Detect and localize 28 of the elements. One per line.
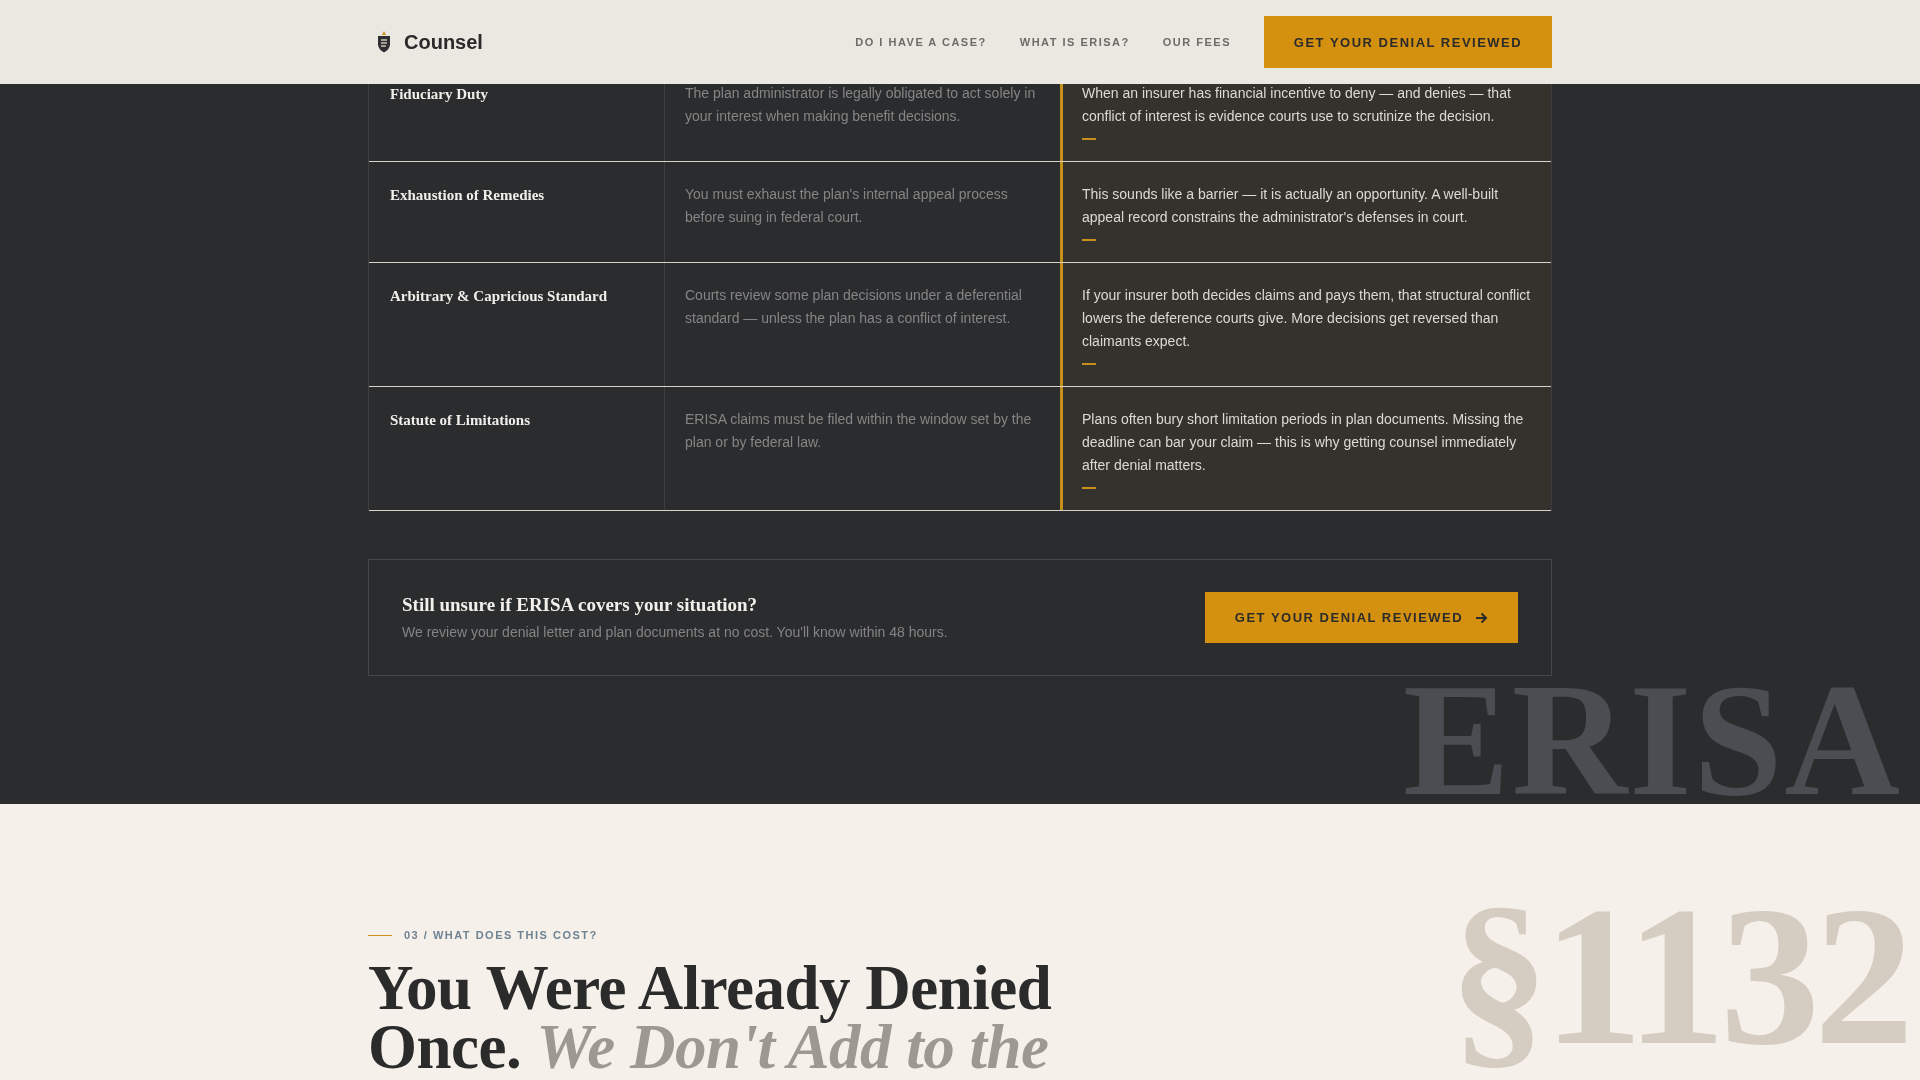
nav-link[interactable]: DO I HAVE A CASE? — [855, 36, 987, 48]
accent-line — [1082, 487, 1096, 489]
insight-text: Plans often bury short limitation periods in plan documents. Missing the deadline can bar your claim — this is why getting counsel immediately after denial matters. — [1082, 410, 1525, 475]
nav-link[interactable]: OUR FEES — [1162, 36, 1231, 48]
term-cell: Statute of Limitations — [369, 387, 665, 510]
insight-text: When an insurer has financial incentive to deny — and denies — that conflict of interest is evidence courts use to scrutinize the decision. — [1082, 84, 1512, 126]
insight-text: If your insurer both decides claims and pays them, that structural conflict lowers the deference courts give. More decisions get reversed than claimants expect. — [1082, 286, 1531, 351]
nav-link[interactable]: WHAT IS ERISA? — [1019, 36, 1130, 48]
accent-line — [1082, 239, 1096, 241]
definition-cell-text: Courts review some plan decisions under a deferential standard — unless the plan has a conflict of interest. — [684, 286, 1023, 328]
review-button[interactable]: GET YOUR DENIAL REVIEWED — [1205, 592, 1518, 643]
arrow-right-icon — [1475, 611, 1489, 624]
term-cell: Exhaustion of Remedies — [369, 162, 665, 262]
eyebrow-line — [368, 934, 392, 936]
definition-cell-text: ERISA claims must be filed within the window set by the plan or by federal law. — [684, 410, 1033, 452]
cta-subtitle: We review your denial letter and plan documents at no cost. You'll know within 48 hours. — [402, 623, 948, 642]
accent-line — [1082, 138, 1096, 140]
term-cell: Arbitrary & Capricious Standard — [369, 263, 665, 386]
cta-title: Still unsure if ERISA covers your situation? — [402, 593, 759, 617]
definition-cell-text: The plan administrator is legally obligated to act solely in your interest when making benefit decisions. — [684, 84, 1037, 126]
section-heading: You Were Already Denied Once. We Don't Add to the — [368, 959, 1053, 1077]
section-eyebrow: 03 / WHAT DOES THIS COST? — [404, 928, 598, 942]
definition-cell-text: You must exhaust the plan's internal appeal process before suing in federal court. — [684, 185, 1009, 227]
insight-text: This sounds like a barrier — it is actually an opportunity. A well-built appeal record constrains the administrator's defenses in court. — [1082, 185, 1500, 227]
brand-name[interactable]: Counsel — [404, 30, 483, 54]
accent-line — [1082, 363, 1096, 365]
shield-icon — [376, 31, 392, 53]
review-button[interactable]: GET YOUR DENIAL REVIEWED — [1264, 16, 1552, 68]
